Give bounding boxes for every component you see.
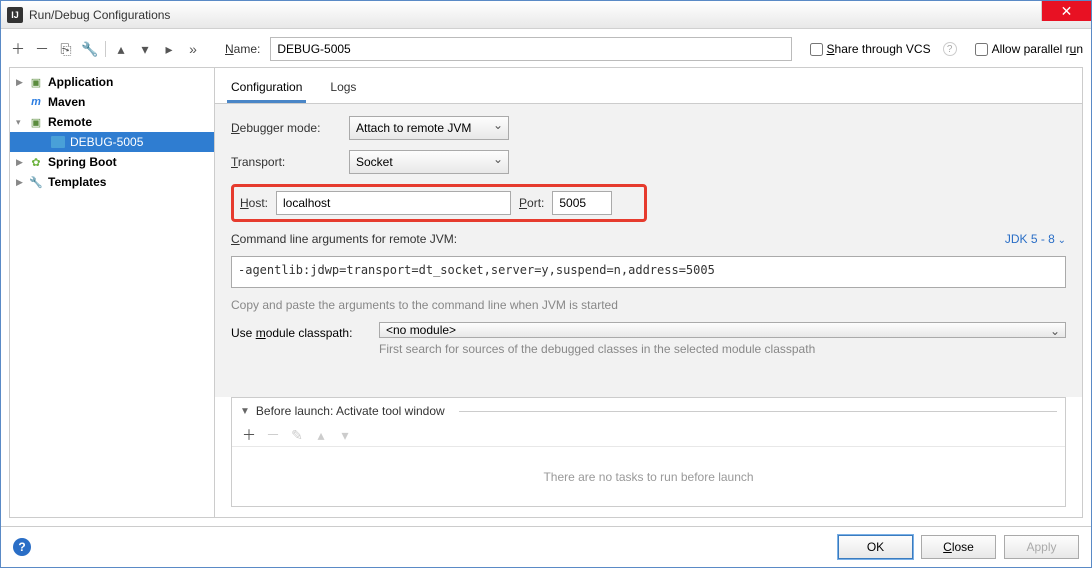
cancel-button[interactable]: Close bbox=[921, 535, 996, 559]
tree-label: Spring Boot bbox=[48, 155, 117, 169]
tree-item-templates[interactable]: ▶ 🔧 Templates bbox=[10, 172, 214, 192]
debugger-mode-row: Debugger mode: Attach to remote JVM bbox=[231, 116, 1066, 140]
window-title: Run/Debug Configurations bbox=[29, 8, 1041, 22]
settings-config-button[interactable]: 🔧 bbox=[81, 40, 99, 58]
window-controls: ✕ bbox=[1041, 1, 1091, 28]
remove-config-button[interactable]: － bbox=[33, 40, 51, 58]
jdk-version-link[interactable]: JDK 5 - 8 bbox=[1005, 232, 1066, 246]
tab-logs[interactable]: Logs bbox=[326, 74, 360, 103]
toolbar-separator bbox=[105, 41, 106, 57]
apply-button[interactable]: Apply bbox=[1004, 535, 1079, 559]
port-label: Port: bbox=[519, 196, 544, 210]
copy-config-button[interactable]: ⎘ bbox=[57, 40, 75, 58]
before-launch-title: Before launch: Activate tool window bbox=[256, 404, 445, 418]
config-body: Debugger mode: Attach to remote JVM Tran… bbox=[215, 104, 1082, 397]
main-split: ▶ ▣ Application m Maven ▾ ▣ Remote DEBUG… bbox=[9, 67, 1083, 518]
tree-item-remote[interactable]: ▾ ▣ Remote bbox=[10, 112, 214, 132]
remote-icon: ▣ bbox=[28, 114, 44, 130]
close-window-button[interactable]: ✕ bbox=[1041, 1, 1091, 21]
maven-icon: m bbox=[28, 94, 44, 110]
cmdline-label: Command line arguments for remote JVM: bbox=[231, 232, 457, 246]
bl-up-button[interactable]: ▴ bbox=[312, 426, 330, 444]
before-launch-header[interactable]: ▼ Before launch: Activate tool window bbox=[232, 398, 1065, 424]
cmdline-label-row: Command line arguments for remote JVM: J… bbox=[231, 232, 1066, 246]
application-icon: ▣ bbox=[28, 74, 44, 90]
dialog-window: IJ Run/Debug Configurations ✕ ＋ － ⎘ 🔧 ▴ … bbox=[0, 0, 1092, 568]
module-combo[interactable]: <no module> bbox=[379, 322, 1066, 338]
ok-button[interactable]: OK bbox=[838, 535, 913, 559]
transport-row: Transport: Socket bbox=[231, 150, 1066, 174]
move-down-button[interactable]: ▾ bbox=[136, 40, 154, 58]
cmdline-textarea[interactable]: -agentlib:jdwp=transport=dt_socket,serve… bbox=[231, 256, 1066, 288]
tree-label: Application bbox=[48, 75, 113, 89]
share-checkbox[interactable]: Share through VCS bbox=[810, 42, 931, 56]
expand-button[interactable]: » bbox=[184, 40, 202, 58]
port-input[interactable] bbox=[552, 191, 612, 215]
parallel-checkbox-input[interactable] bbox=[975, 43, 988, 56]
tab-configuration[interactable]: Configuration bbox=[227, 74, 306, 103]
tabs: Configuration Logs bbox=[215, 68, 1082, 104]
before-launch-empty: There are no tasks to run before launch bbox=[232, 446, 1065, 506]
name-input[interactable] bbox=[270, 37, 791, 61]
host-port-highlight: Host: Port: bbox=[231, 184, 647, 222]
bl-add-button[interactable]: ＋ bbox=[240, 426, 258, 444]
bl-edit-button[interactable]: ✎ bbox=[288, 426, 306, 444]
help-share-icon[interactable]: ? bbox=[943, 42, 957, 56]
before-launch-toolbar: ＋ － ✎ ▴ ▾ bbox=[232, 424, 1065, 446]
move-up-button[interactable]: ▴ bbox=[112, 40, 130, 58]
cmdline-hint: Copy and paste the arguments to the comm… bbox=[231, 298, 1066, 312]
chevron-right-icon: ▶ bbox=[16, 77, 28, 88]
name-label: Name: bbox=[225, 42, 260, 56]
tree-item-application[interactable]: ▶ ▣ Application bbox=[10, 72, 214, 92]
config-toolbar: ＋ － ⎘ 🔧 ▴ ▾ ▸ » bbox=[9, 40, 215, 58]
wrench-icon: 🔧 bbox=[28, 174, 44, 190]
parallel-checkbox[interactable]: Allow parallel run bbox=[975, 42, 1083, 56]
folder-button[interactable]: ▸ bbox=[160, 40, 178, 58]
tree-item-maven[interactable]: m Maven bbox=[10, 92, 214, 112]
spring-icon: ✿ bbox=[28, 154, 44, 170]
debugger-mode-combo[interactable]: Attach to remote JVM bbox=[349, 116, 509, 140]
module-row: Use module classpath: <no module> First … bbox=[231, 322, 1066, 356]
bl-down-button[interactable]: ▾ bbox=[336, 426, 354, 444]
chevron-down-icon[interactable]: ▾ bbox=[16, 117, 28, 128]
tree-label: Maven bbox=[48, 95, 85, 109]
help-button[interactable]: ? bbox=[13, 538, 31, 556]
chevron-down-icon: ▼ bbox=[240, 406, 250, 417]
config-tree[interactable]: ▶ ▣ Application m Maven ▾ ▣ Remote DEBUG… bbox=[10, 68, 215, 517]
app-icon: IJ bbox=[7, 7, 23, 23]
titlebar: IJ Run/Debug Configurations ✕ bbox=[1, 1, 1091, 29]
tree-label: DEBUG-5005 bbox=[70, 135, 143, 149]
host-label: Host: bbox=[240, 196, 268, 210]
host-input[interactable] bbox=[276, 191, 511, 215]
tree-label: Remote bbox=[48, 115, 92, 129]
debug-config-icon bbox=[50, 134, 66, 150]
debugger-mode-label: Debugger mode: bbox=[231, 121, 341, 135]
bl-remove-button[interactable]: － bbox=[264, 426, 282, 444]
content: ＋ － ⎘ 🔧 ▴ ▾ ▸ » Name: Share through VCS … bbox=[1, 29, 1091, 526]
share-checkbox-input[interactable] bbox=[810, 43, 823, 56]
tree-item-debug-5005[interactable]: DEBUG-5005 bbox=[10, 132, 214, 152]
bottom-bar: ? OK Close Apply bbox=[1, 526, 1091, 567]
transport-combo[interactable]: Socket bbox=[349, 150, 509, 174]
tree-label: Templates bbox=[48, 175, 106, 189]
chevron-right-icon: ▶ bbox=[16, 157, 28, 168]
tree-item-spring-boot[interactable]: ▶ ✿ Spring Boot bbox=[10, 152, 214, 172]
top-row: ＋ － ⎘ 🔧 ▴ ▾ ▸ » Name: Share through VCS … bbox=[9, 37, 1083, 61]
transport-label: Transport: bbox=[231, 155, 341, 169]
add-config-button[interactable]: ＋ bbox=[9, 40, 27, 58]
before-launch-section: ▼ Before launch: Activate tool window ＋ … bbox=[231, 397, 1066, 507]
module-label: Use module classpath: bbox=[231, 322, 371, 340]
module-hint: First search for sources of the debugged… bbox=[379, 342, 1066, 356]
host-port-row: Host: Port: bbox=[231, 184, 1066, 222]
chevron-right-icon: ▶ bbox=[16, 177, 28, 188]
config-panel: Configuration Logs Debugger mode: Attach… bbox=[215, 68, 1082, 517]
